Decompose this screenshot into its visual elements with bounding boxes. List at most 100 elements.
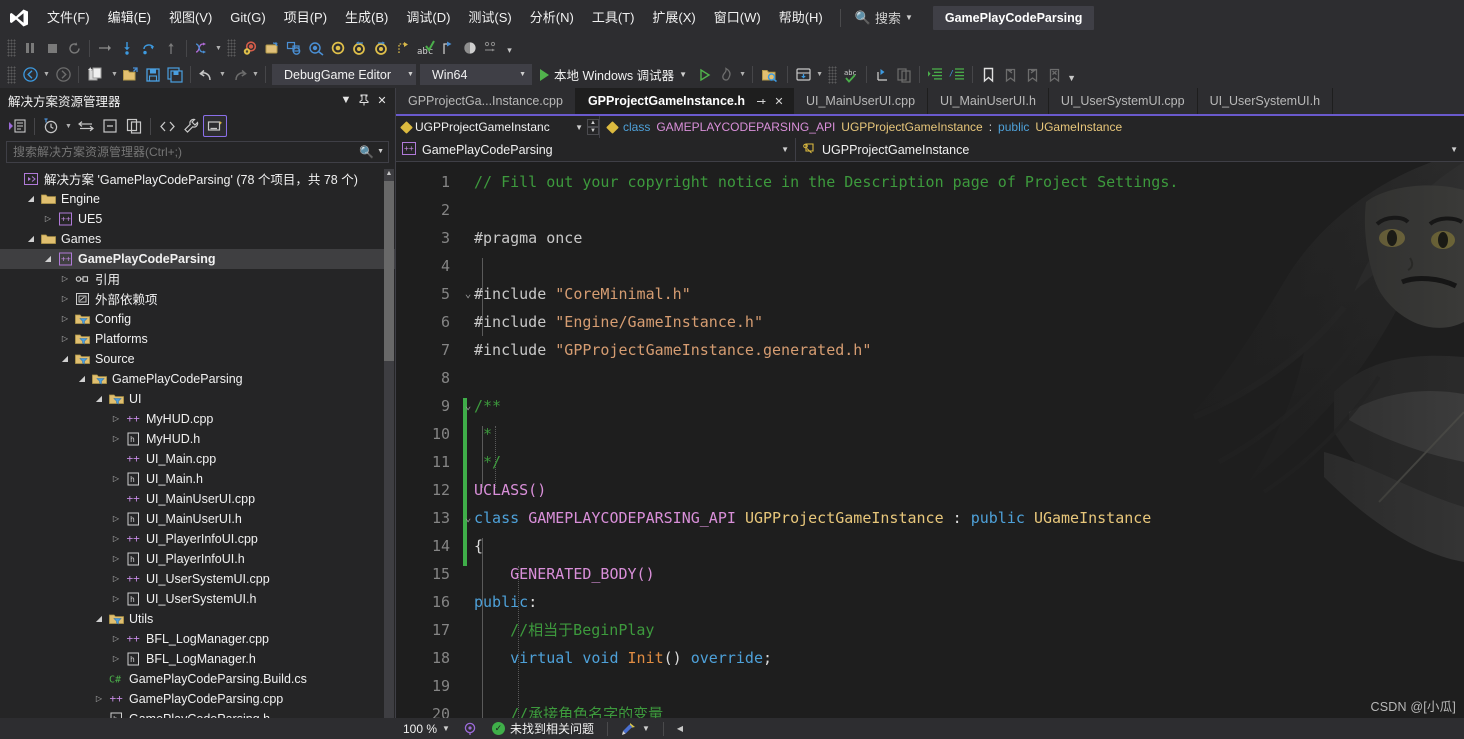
expander-closed-icon[interactable]: ▷ [108, 514, 124, 523]
expander-closed-icon[interactable]: ▷ [91, 694, 107, 703]
start-debugging-button[interactable]: 本地 Windows 调试器 ▼ [534, 64, 693, 86]
ime-indicator[interactable] [457, 718, 485, 739]
tree-node-0[interactable]: 解决方案 'GamePlayCodeParsing' (78 个项目，共 78 … [0, 169, 395, 189]
code-line[interactable]: ⌄/** [474, 392, 1464, 420]
breakpoint-prev-icon[interactable] [349, 37, 371, 59]
code-line[interactable] [474, 196, 1464, 224]
expander-closed-icon[interactable]: ▷ [108, 434, 124, 443]
tree-node-3[interactable]: ◢Games [0, 229, 395, 249]
navbar-spinner[interactable]: ▲ ▼ [587, 119, 599, 135]
menu-item-7[interactable]: 测试(S) [459, 5, 520, 31]
editor-tab-1[interactable]: GPProjectGameInstance.h✕ [576, 88, 794, 114]
expander-closed-icon[interactable]: ▷ [57, 314, 73, 323]
expander-closed-icon[interactable]: ▷ [57, 274, 73, 283]
spell-check-icon[interactable]: abc [840, 64, 862, 86]
standard-toolbar-overflow[interactable]: ▼ [1065, 64, 1078, 86]
code-line[interactable]: GENERATED_BODY() [474, 560, 1464, 588]
tree-node-17[interactable]: ▷hUI_MainUserUI.h [0, 509, 395, 529]
expander-closed-icon[interactable]: ▷ [108, 574, 124, 583]
menu-item-4[interactable]: 项目(P) [275, 5, 336, 31]
tree-node-15[interactable]: ▷hUI_Main.h [0, 469, 395, 489]
hot-reload-caret[interactable]: ▼ [737, 71, 748, 78]
pin-icon[interactable] [355, 91, 373, 109]
restart-icon[interactable] [63, 37, 85, 59]
expander-closed-icon[interactable]: ▷ [40, 214, 56, 223]
code-editor-area[interactable]: 123456789101112131415161718192021222324 … [396, 162, 1464, 718]
step-out-up-icon[interactable] [160, 37, 182, 59]
code-line[interactable]: { [474, 532, 1464, 560]
live-share-icon[interactable] [792, 64, 814, 86]
menu-item-12[interactable]: 帮助(H) [770, 5, 832, 31]
collapse-all-icon[interactable] [98, 115, 122, 137]
tree-node-16[interactable]: ++UI_MainUserUI.cpp [0, 489, 395, 509]
chevron-down-icon[interactable]: ▼ [377, 148, 384, 155]
save-icon[interactable] [142, 64, 164, 86]
editor-tab-4[interactable]: UI_UserSystemUI.cpp [1049, 88, 1198, 114]
zoom-level-selector[interactable]: 100 % ▼ [396, 718, 457, 739]
active-project-chip[interactable]: GamePlayCodeParsing [933, 6, 1095, 30]
editor-tab-5[interactable]: UI_UserSystemUI.h [1198, 88, 1333, 114]
code-line[interactable]: */ [474, 448, 1464, 476]
menu-item-2[interactable]: 视图(V) [160, 5, 221, 31]
menu-item-0[interactable]: 文件(F) [38, 5, 99, 31]
save-all-icon[interactable] [164, 64, 186, 86]
fold-toggle-icon[interactable]: ⌄ [462, 504, 474, 532]
code-line[interactable]: //相当于BeginPlay [474, 616, 1464, 644]
menu-item-10[interactable]: 扩展(X) [643, 5, 704, 31]
standard-toolbar-grip-2[interactable] [828, 66, 837, 84]
pending-changes-icon[interactable] [39, 115, 63, 137]
diagnostics-icon[interactable] [437, 37, 459, 59]
tree-node-18[interactable]: ▷++UI_PlayerInfoUI.cpp [0, 529, 395, 549]
toolbar-overflow-button[interactable]: ▾ [503, 37, 516, 59]
project-dropdown[interactable]: ++ GamePlayCodeParsing ▼ [396, 138, 796, 162]
tree-scrollbar-thumb[interactable] [384, 181, 394, 361]
solution-explorer-search[interactable]: 🔍 ▼ [6, 141, 389, 163]
pin-icon[interactable] [753, 93, 769, 109]
quickwatch-icon[interactable] [305, 37, 327, 59]
expander-open-icon[interactable]: ◢ [57, 354, 73, 363]
code-lines[interactable]: // Fill out your copyright notice in the… [474, 168, 1464, 718]
menu-item-8[interactable]: 分析(N) [521, 5, 583, 31]
tree-node-12[interactable]: ▷++MyHUD.cpp [0, 409, 395, 429]
expander-closed-icon[interactable]: ▷ [108, 474, 124, 483]
code-line[interactable]: #include "Engine/GameInstance.h" [474, 308, 1464, 336]
spinner-down-icon[interactable]: ▼ [587, 127, 599, 135]
global-search-box[interactable]: 🔍 搜索 ▼ [849, 6, 919, 29]
search-input[interactable] [13, 145, 359, 159]
tree-node-19[interactable]: ▷hUI_PlayerInfoUI.h [0, 549, 395, 569]
expander-closed-icon[interactable]: ▷ [57, 294, 73, 303]
tree-node-10[interactable]: ◢GamePlayCodeParsing [0, 369, 395, 389]
clear-bookmark-icon[interactable] [1043, 64, 1065, 86]
tree-node-25[interactable]: C#GamePlayCodeParsing.Build.cs [0, 669, 395, 689]
prev-bookmark-icon[interactable] [999, 64, 1021, 86]
tree-node-23[interactable]: ▷++BFL_LogManager.cpp [0, 629, 395, 649]
line-step-icon[interactable] [871, 64, 893, 86]
tree-node-6[interactable]: ▷外部依赖项 [0, 289, 395, 309]
expander-open-icon[interactable]: ◢ [23, 234, 39, 243]
tree-node-5[interactable]: ▷引用 [0, 269, 395, 289]
code-content[interactable]: 123456789101112131415161718192021222324 … [396, 162, 1464, 718]
show-code-icon[interactable] [155, 115, 179, 137]
navbar-context[interactable]: class GAMEPLAYCODEPARSING_API UGPProject… [600, 120, 1122, 134]
editor-tab-2[interactable]: UI_MainUserUI.cpp [794, 88, 928, 114]
step-out-icon[interactable] [138, 37, 160, 59]
solution-platform-combo[interactable]: Win64 ▼ [420, 64, 532, 85]
code-line[interactable]: public: [474, 588, 1464, 616]
standard-toolbar-grip[interactable] [7, 66, 16, 84]
code-line[interactable]: #include "GPProjectGameInstance.generate… [474, 336, 1464, 364]
close-icon[interactable]: ✕ [373, 91, 391, 109]
tree-node-1[interactable]: ◢Engine [0, 189, 395, 209]
navigate-forward-icon[interactable] [52, 64, 74, 86]
expander-closed-icon[interactable]: ▷ [108, 634, 124, 643]
chevron-down-icon[interactable]: ▼ [575, 123, 583, 132]
modules-icon[interactable] [481, 37, 503, 59]
menu-item-6[interactable]: 调试(D) [397, 5, 459, 31]
breakpoint-enable-icon[interactable] [327, 37, 349, 59]
increase-indent-icon[interactable] [924, 64, 946, 86]
code-view-icon[interactable] [6, 115, 30, 137]
step-over-icon[interactable] [94, 37, 116, 59]
fold-toggle-icon[interactable]: ⌄ [462, 392, 474, 420]
fold-toggle-icon[interactable]: ⌄ [462, 280, 474, 308]
next-bookmark-icon[interactable] [1021, 64, 1043, 86]
error-list-status[interactable]: ✓ 未找到相关问题 [485, 718, 601, 739]
